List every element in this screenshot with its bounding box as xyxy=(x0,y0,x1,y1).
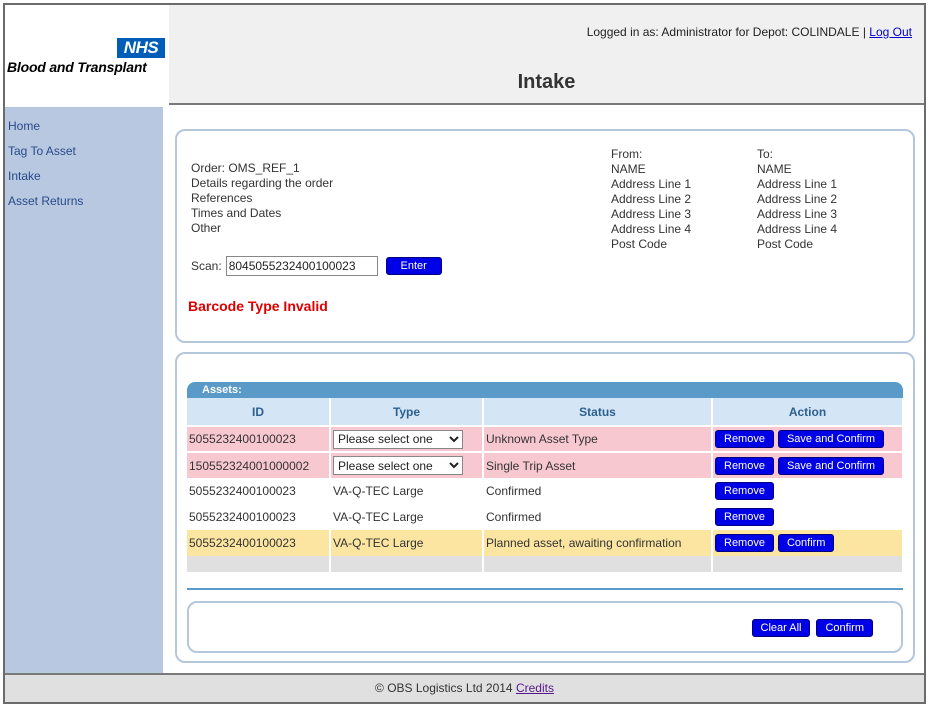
scan-row: Scan: Enter xyxy=(191,256,442,276)
app-frame: NHS Blood and Transplant Logged in as: A… xyxy=(3,3,926,704)
asset-actions: Remove Save and Confirm xyxy=(712,451,904,478)
column-header-id: ID xyxy=(187,398,331,426)
to-address: To: NAME Address Line 1 Address Line 2 A… xyxy=(757,147,837,252)
confirm-row-button[interactable]: Confirm xyxy=(777,534,835,552)
asset-id: 150552324001000002 xyxy=(187,451,331,478)
page-title: Intake xyxy=(517,71,576,93)
asset-status: Planned asset, awaiting confirmation xyxy=(483,530,713,556)
asset-id: 5055232400100023 xyxy=(187,478,331,504)
copyright-text: © OBS Logistics Ltd 2014 xyxy=(375,681,513,695)
scan-label: Scan: xyxy=(191,259,222,273)
logo-text: Blood and Transplant xyxy=(7,59,147,75)
table-header-row: ID Type Status Action xyxy=(187,398,904,426)
to-address-line: Address Line 2 xyxy=(757,192,838,206)
order-other: Other xyxy=(191,221,222,235)
asset-type-select[interactable]: Please select one xyxy=(333,456,463,475)
asset-type-cell: Please select one xyxy=(330,451,484,478)
asset-type-select[interactable]: Please select one xyxy=(333,429,463,449)
from-address: From: NAME Address Line 1 Address Line 2… xyxy=(611,147,691,252)
order-panel: Order: OMS_REF_1 Details regarding the o… xyxy=(175,129,915,343)
error-message: Barcode Type Invalid xyxy=(188,298,328,314)
save-and-confirm-button[interactable]: Save and Confirm xyxy=(777,430,885,448)
table-row: 150552324001000002 Please select one Sin… xyxy=(187,451,904,478)
clear-all-button[interactable]: Clear All xyxy=(751,619,811,637)
from-postcode: Post Code xyxy=(611,237,668,251)
asset-type-cell: Please select one xyxy=(330,425,484,452)
order-details-text: Details regarding the order xyxy=(191,176,334,190)
from-address-line: Address Line 3 xyxy=(611,207,692,221)
column-header-type: Type xyxy=(330,398,484,426)
nhs-logo: NHS Blood and Transplant xyxy=(5,5,169,105)
asset-id: 5055232400100023 xyxy=(187,504,331,530)
asset-status: Confirmed xyxy=(483,504,713,530)
footer: © OBS Logistics Ltd 2014 Credits xyxy=(5,673,924,702)
header: NHS Blood and Transplant Logged in as: A… xyxy=(5,5,924,105)
table-row: 5055232400100023 VA-Q-TEC Large Planned … xyxy=(187,530,904,556)
asset-status: Single Trip Asset xyxy=(483,451,713,478)
sidebar: Home Tag To Asset Intake Asset Returns xyxy=(5,107,163,673)
table-row: 5055232400100023 Please select one Unkno… xyxy=(187,425,904,452)
from-label: From: xyxy=(611,147,643,161)
save-and-confirm-button[interactable]: Save and Confirm xyxy=(777,456,885,475)
asset-actions: Remove xyxy=(712,478,904,504)
remove-button[interactable]: Remove xyxy=(715,430,774,448)
asset-actions: Remove Save and Confirm xyxy=(712,425,904,452)
from-name: NAME xyxy=(611,162,646,176)
order-ref: Order: OMS_REF_1 xyxy=(191,161,300,175)
sidebar-item-asset-returns[interactable]: Asset Returns xyxy=(5,189,163,214)
to-address-line: Address Line 1 xyxy=(757,177,838,191)
credits-link[interactable]: Credits xyxy=(516,681,554,695)
sidebar-item-tag-to-asset[interactable]: Tag To Asset xyxy=(5,139,163,164)
column-header-action: Action xyxy=(712,398,904,426)
to-label: To: xyxy=(757,147,774,161)
order-references: References xyxy=(191,191,253,205)
remove-button[interactable]: Remove xyxy=(715,508,774,526)
asset-actions: Remove Confirm xyxy=(712,530,904,556)
sidebar-item-home[interactable]: Home xyxy=(5,114,163,139)
assets-table: ID Type Status Action 5055232400100023 P… xyxy=(187,398,904,572)
order-details: Order: OMS_REF_1 Details regarding the o… xyxy=(191,161,333,236)
asset-id: 5055232400100023 xyxy=(187,530,331,556)
table-row-empty xyxy=(187,556,904,572)
from-address-line: Address Line 1 xyxy=(611,177,692,191)
confirm-all-button[interactable]: Confirm xyxy=(816,619,873,637)
from-address-line: Address Line 4 xyxy=(611,222,692,236)
asset-actions: Remove xyxy=(712,504,904,530)
to-name: NAME xyxy=(757,162,792,176)
asset-status: Unknown Asset Type xyxy=(483,425,713,452)
asset-type: VA-Q-TEC Large xyxy=(330,530,484,556)
assets-panel: Assets: ID Type Status Action 5055232400… xyxy=(175,352,915,663)
remove-button[interactable]: Remove xyxy=(715,456,774,475)
asset-type: VA-Q-TEC Large xyxy=(330,478,484,504)
login-text: Logged in as: Administrator for Depot: C… xyxy=(586,25,866,39)
logout-link[interactable]: Log Out xyxy=(869,25,912,39)
table-divider xyxy=(187,588,903,590)
from-address-line: Address Line 2 xyxy=(611,192,692,206)
column-header-status: Status xyxy=(483,398,713,426)
login-info: Logged in as: Administrator for Depot: C… xyxy=(587,25,912,39)
table-row: 5055232400100023 VA-Q-TEC Large Confirme… xyxy=(187,504,904,530)
nhs-badge: NHS xyxy=(117,38,165,58)
enter-button[interactable]: Enter xyxy=(385,257,442,275)
sidebar-item-intake[interactable]: Intake xyxy=(5,164,163,189)
to-address-line: Address Line 4 xyxy=(757,222,838,236)
table-row: 5055232400100023 VA-Q-TEC Large Confirme… xyxy=(187,478,904,504)
asset-type: VA-Q-TEC Large xyxy=(330,504,484,530)
remove-button[interactable]: Remove xyxy=(715,482,774,500)
asset-status: Confirmed xyxy=(483,478,713,504)
order-times: Times and Dates xyxy=(191,206,282,220)
actions-panel: Clear All Confirm xyxy=(187,601,903,653)
to-postcode: Post Code xyxy=(757,237,814,251)
actions-buttons: Clear All Confirm xyxy=(746,619,873,637)
remove-button[interactable]: Remove xyxy=(715,534,774,552)
to-address-line: Address Line 3 xyxy=(757,207,838,221)
asset-id: 5055232400100023 xyxy=(187,425,331,452)
assets-bar: Assets: xyxy=(187,382,903,398)
scan-input[interactable] xyxy=(225,256,378,276)
